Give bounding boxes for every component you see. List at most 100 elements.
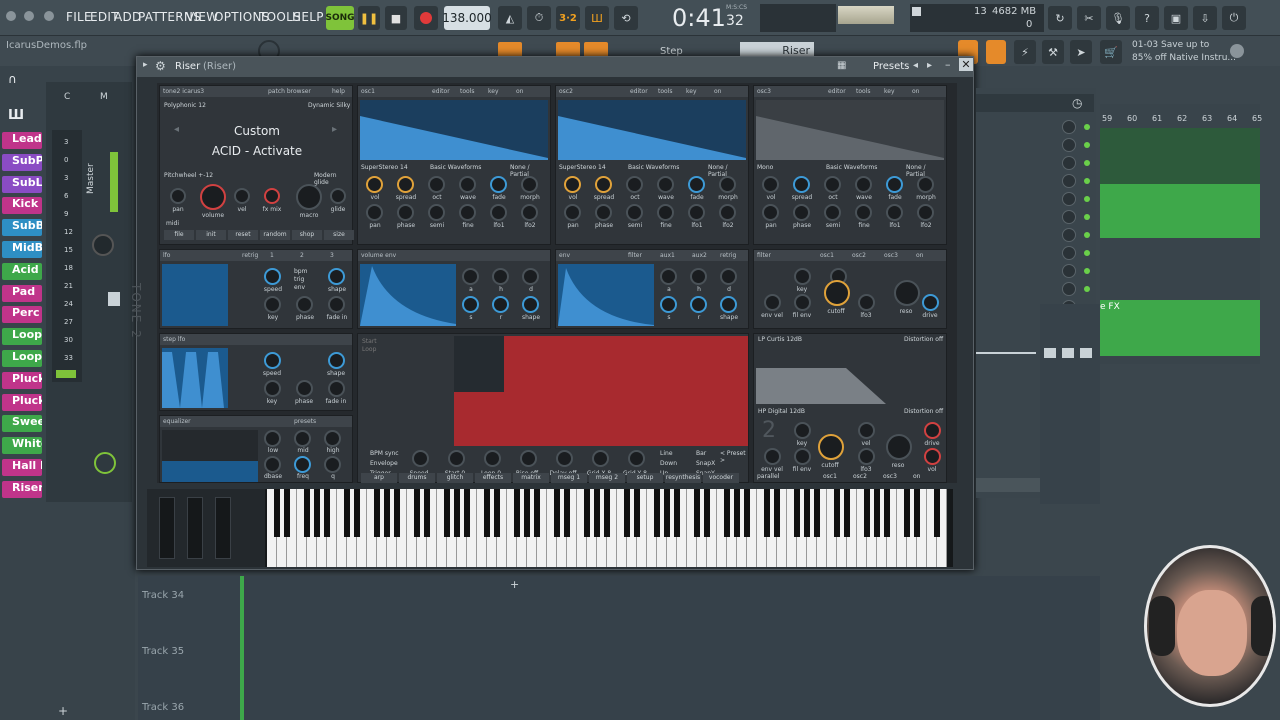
step-button[interactable] [1062,228,1076,242]
mod-wheel[interactable] [159,497,175,559]
step-lfo-fade-in-knob[interactable] [328,380,345,397]
lfo-opt[interactable]: trig [294,276,304,283]
osc-fine-knob[interactable] [459,204,476,221]
lfo-tab[interactable]: 2 [300,250,304,261]
parallel-osc-tab[interactable]: osc1 [823,473,837,480]
magnet-icon[interactable]: ∩ [8,72,17,86]
menu-help[interactable]: HELP [292,10,324,24]
osc-oct-knob[interactable] [626,176,643,193]
eq-low-knob[interactable] [264,430,281,447]
osc-semi-knob[interactable] [824,204,841,221]
seq-knob[interactable] [628,450,645,467]
filter-lfo3-knob[interactable] [858,294,875,311]
black-key[interactable] [654,489,660,537]
eq-mid-knob[interactable] [294,430,311,447]
osc-pan-knob[interactable] [762,204,779,221]
black-key[interactable] [344,489,350,537]
channel-button[interactable]: Sweep [2,415,42,433]
add-icon[interactable]: + [510,578,519,591]
channel-button[interactable]: Perc [2,306,42,324]
gear-icon[interactable]: ⚙ [155,59,166,73]
osc-vol-knob[interactable] [564,176,581,193]
black-key[interactable] [704,489,710,537]
random-button[interactable]: random [260,230,290,240]
fader-handle[interactable] [1080,348,1092,358]
lfo-opt[interactable]: env [294,284,305,291]
osc-pan-knob[interactable] [366,204,383,221]
menu-file[interactable]: FILE [66,10,92,24]
waveform-display[interactable] [360,100,548,160]
wrench-icon[interactable]: ⚒ [1042,40,1064,64]
filter2-vel-knob[interactable] [858,422,875,439]
env-knob[interactable] [690,296,707,313]
osc-tab-key[interactable]: key [884,86,895,97]
black-key[interactable] [604,489,610,537]
arrow-icon[interactable]: ▸ [143,60,148,70]
channel-led[interactable] [1084,268,1090,274]
filter1-type[interactable]: LP Curtis 12dB [758,336,802,343]
channel-led[interactable] [1084,286,1090,292]
filter2-lfo3-knob[interactable] [858,448,875,465]
waveform-display[interactable] [558,100,746,160]
reset-button[interactable]: reset [228,230,258,240]
black-key[interactable] [414,489,420,537]
seq-knob[interactable] [592,450,609,467]
black-key[interactable] [554,489,560,537]
midi-checkbox[interactable]: midi [166,220,179,227]
env-r-knob[interactable] [492,296,509,313]
seq-opt[interactable]: Envelope [370,460,398,467]
step-button[interactable] [1062,174,1076,188]
app-dot-icon[interactable] [6,11,16,21]
osc-spread-knob[interactable] [397,176,414,193]
parallel-osc-tab[interactable]: osc3 [883,473,897,480]
size-button[interactable]: size [324,230,354,240]
env-knob[interactable] [660,268,677,285]
step-button[interactable] [1062,192,1076,206]
filter-osc-tab[interactable]: osc1 [820,250,834,261]
step-lfo-key-knob[interactable] [264,380,281,397]
black-key[interactable] [914,489,920,537]
vel-knob[interactable] [234,188,250,204]
next-preset-icon[interactable]: ▸ [927,60,932,71]
channel-button[interactable]: Acid [2,262,42,280]
seq-opt2[interactable]: Down [660,460,677,467]
black-key[interactable] [834,489,840,537]
parallel-osc-tab[interactable]: on [913,473,920,480]
env-knob[interactable] [660,296,677,313]
macro-knob[interactable] [296,184,322,210]
osc-lfo1-knob[interactable] [688,204,705,221]
fader-handle[interactable] [1062,348,1074,358]
matrix-tab[interactable]: matrix [513,473,549,483]
prev-preset-icon[interactable]: ◂ [913,60,918,71]
eq-freq-knob[interactable] [294,456,311,473]
env-h-knob[interactable] [492,268,509,285]
export-icon[interactable]: ⇩ [1193,6,1217,30]
filter2-type[interactable]: HP Digital 12dB [758,408,805,415]
filter1-dist[interactable]: Distortion off [904,336,943,343]
osc-lfo1-knob[interactable] [490,204,507,221]
arp-tab[interactable]: arp [361,473,397,483]
osc-oct-knob[interactable] [824,176,841,193]
preset-bank[interactable]: Custom [160,124,354,138]
pause-icon[interactable]: ❚❚ [358,6,380,30]
mod-wheel[interactable] [215,497,231,559]
black-key[interactable] [774,489,780,537]
osc-fade-knob[interactable] [490,176,507,193]
osc-mode[interactable]: SuperStereo 14 [559,164,606,171]
black-key[interactable] [874,489,880,537]
clock-icon[interactable]: ◷ [1072,96,1082,110]
playlist-ruler[interactable]: 59 60 61 62 63 64 65 [1100,114,1262,128]
lfo-opt[interactable]: bpm [294,268,307,275]
seq-knob[interactable] [556,450,573,467]
minimize-icon[interactable]: – [945,58,951,71]
black-key[interactable] [304,489,310,537]
microphone-icon[interactable]: 🎙 [1106,6,1130,30]
stop-icon[interactable]: ■ [385,6,407,30]
black-key[interactable] [534,489,540,537]
channel-button[interactable]: SubBa [2,219,42,237]
filter-osc-tab[interactable]: osc3 [884,250,898,261]
filter2-cutoff-knob[interactable] [818,434,844,460]
mod-wheel[interactable] [187,497,203,559]
help-button[interactable]: help [332,86,345,97]
black-key[interactable] [454,489,460,537]
